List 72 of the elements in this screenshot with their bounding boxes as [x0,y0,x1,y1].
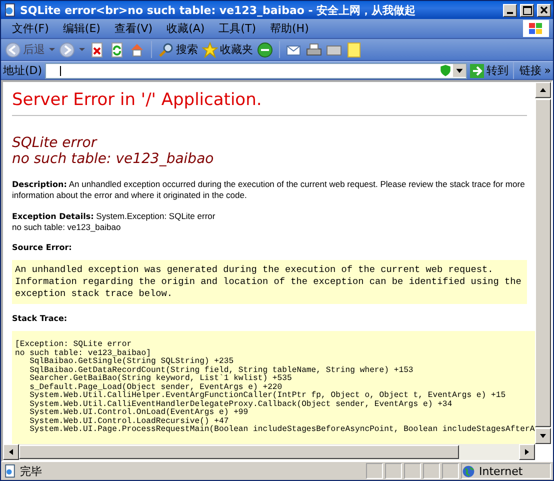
home-button[interactable] [129,42,145,58]
print-button[interactable] [306,42,322,58]
zone-text: Internet [479,464,523,478]
stack-trace-label: Stack Trace: [12,314,68,323]
page-icon [3,3,17,17]
source-error-text: An unhandled exception was generated during the execution of the current web request. Information regarding the origin and location of the exception can be identified using the exception stack trace below. [12,260,527,304]
window-title: SQLite error<br>no such table: ve123_baibao - 安全上网，从我做起 [20,2,417,18]
menu-item[interactable]: 文件(F) [5,20,56,37]
left-arrow-icon[interactable] [9,449,13,455]
go-arrow-icon [470,64,484,78]
source-error-label: Source Error: [12,243,73,252]
search-button[interactable]: 搜索 [158,42,198,58]
refresh-icon [109,42,125,58]
horizontal-scrollbar[interactable] [3,444,535,460]
dropdown-arrow-icon[interactable] [49,48,55,51]
stack-trace-line: System.Web.Util.CalliHelper.EventArgFunctionCaller(IntPtr fp, Object o, Object t, EventArgs e) +15 [28,392,507,400]
status-text: 完毕 [20,464,42,478]
error-title: SQLite error no such table: ve123_baibao [12,135,215,167]
stop-button[interactable] [89,42,105,58]
globe-icon [462,464,475,478]
note-icon [346,42,362,58]
forward-button[interactable] [59,42,75,58]
home-icon [129,42,145,58]
down-arrow-icon[interactable] [540,434,546,438]
menu-item[interactable]: 工具(T) [212,20,263,37]
more-button[interactable]: » [544,64,551,77]
right-arrow-icon[interactable] [525,449,529,455]
search-icon [158,42,174,58]
address-field[interactable] [45,62,468,78]
stack-trace-line: System.Web.UI.Control.OnLoad(EventArgs e) +99 [28,409,250,417]
back-icon [5,42,21,58]
menu-item[interactable]: 帮助(H) [263,20,316,37]
stack-trace-line: SqlBaibao.GetDataRecordCount(String field, String tableName, String where) +153 [28,366,414,374]
maximize-icon [522,6,532,14]
close-button[interactable] [537,4,551,16]
close-icon [540,6,548,14]
shield-icon [439,64,452,77]
minimize-button[interactable] [503,4,517,16]
favorites-icon [202,42,218,58]
refresh-button[interactable] [109,42,125,58]
stack-trace-line: Searcher.GetBaiBao(String keyword, List`1 kwlist) +535 [28,375,293,383]
address-label: 地址(D) [3,63,42,78]
status-pane [442,463,459,479]
menu-item[interactable]: 编辑(E) [56,20,108,37]
stack-trace-line: s_Default.Page_Load(Object sender, EventArgs e) +220 [28,384,282,392]
status-pane [423,463,440,479]
menu-item[interactable]: 收藏(A) [160,20,212,37]
note-button[interactable] [346,42,362,58]
print-icon [306,42,322,58]
flag-logo-icon [523,20,549,37]
forward-icon [59,42,75,58]
status-pane [385,463,402,479]
status-pane [404,463,421,479]
dropdown-arrow-icon[interactable] [79,48,85,51]
description-text: Description: An unhandled exception occurred during the execution of the current web request. Please review the stack trace for more information about the error and where it originated in the code. [12,179,526,201]
page-heading: Server Error in '/' Application. [12,86,527,116]
status-pane [366,463,383,479]
stop-icon [89,42,105,58]
menu-item[interactable]: 查看(V) [107,20,160,37]
exception-details-text: Exception Details: System.Exception: SQLite error no such table: ve123_baibao [12,211,216,233]
links-button[interactable]: 链接 [519,63,542,78]
stack-trace-line: SqlBaibao.GetSingle(String SQLString) +235 [28,358,235,366]
maximize-button[interactable] [520,4,534,16]
up-arrow-icon[interactable] [540,88,546,92]
stack-trace-line: System.Web.Util.CalliEventHandlerDelegateProxy.Callback(Object sender, EventArgs e) +34 [28,400,454,408]
favorites-button[interactable]: 收藏夹 [202,42,253,58]
go-button[interactable]: 转到 [470,63,508,78]
vertical-scrollbar[interactable] [535,82,551,444]
stack-trace-line: no such table: ve123_baibao] [15,350,151,358]
page-icon [3,464,17,478]
stack-trace-line: System.Web.UI.Control.LoadRecursive() +47 [28,418,229,426]
stack-trace-line: [Exception: SQLite error [15,341,133,349]
